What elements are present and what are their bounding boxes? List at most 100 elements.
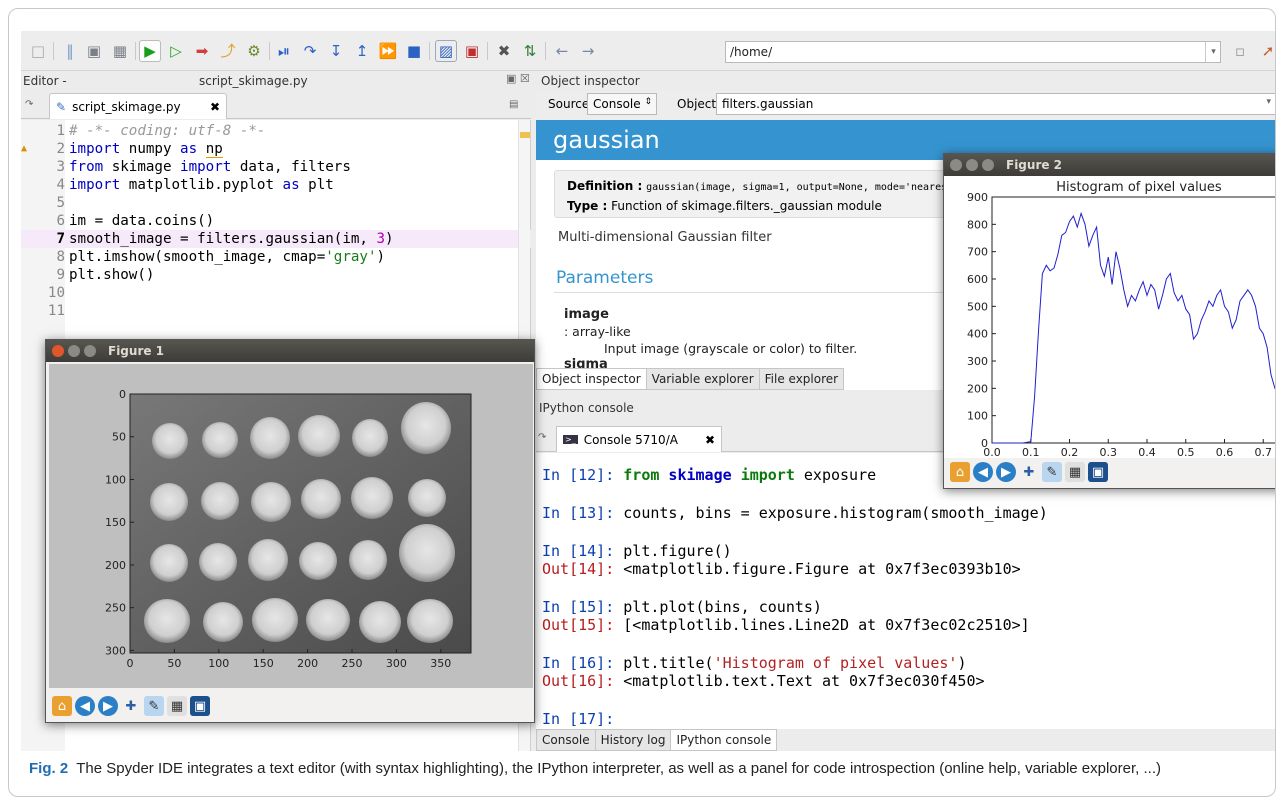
maximize-window-icon[interactable] <box>84 345 96 357</box>
save-icon[interactable]: ▣ <box>190 696 210 716</box>
type-value: Function of skimage.filters._gaussian mo… <box>611 199 882 213</box>
x-tick-label: 200 <box>297 657 318 670</box>
close-icon[interactable]: ✖ <box>705 433 715 447</box>
save-icon[interactable]: ▣ <box>83 40 105 62</box>
tab-console-bottom[interactable]: Console <box>536 729 596 751</box>
change-directory-icon[interactable]: ➚ <box>1257 40 1275 62</box>
main-toolbar: □ ‖ ▣ ▦ ▶ ▷ ➡ ⤴ ⚙ ⏯ ↷ ↧ ↥ ⏩ ■ ▨ ▣ ✖ ⇅ ← … <box>21 31 1275 71</box>
object-input[interactable]: filters.gaussian ▾ <box>716 93 1275 115</box>
figure-1-titlebar[interactable]: Figure 1 <box>46 340 534 362</box>
step-icon[interactable]: ↷ <box>299 40 321 62</box>
chevron-down-icon[interactable]: ▾ <box>1205 42 1221 62</box>
figure-2-toolbar: ⌂ ◀ ▶ ✚ ✎ ▦ ▣ <box>950 462 1108 482</box>
help-description: Multi-dimensional Gaussian filter <box>558 230 772 245</box>
console-line: In [15]: plt.plot(bins, counts) <box>542 598 822 616</box>
save-all-icon[interactable]: ▦ <box>109 40 131 62</box>
source-select[interactable]: Console ⇕ <box>587 93 657 115</box>
configure-icon[interactable]: ⚙ <box>243 40 265 62</box>
back-icon[interactable]: ← <box>551 40 573 62</box>
spyder-window: □ ‖ ▣ ▦ ▶ ▷ ➡ ⤴ ⚙ ⏯ ↷ ↧ ↥ ⏩ ■ ▨ ▣ ✖ ⇅ ← … <box>21 31 1275 751</box>
continue-icon[interactable]: ⏩ <box>377 40 399 62</box>
object-label: Object <box>677 97 717 111</box>
subplots-icon[interactable]: ▦ <box>1065 462 1085 482</box>
console-icon: >_ <box>563 435 578 444</box>
step-into-icon[interactable]: ↧ <box>325 40 347 62</box>
pane-close-icon[interactable]: ▣ ☒ <box>506 72 530 85</box>
debug-icon[interactable]: ⏯ <box>273 40 295 62</box>
pan-icon[interactable]: ✚ <box>1019 462 1039 482</box>
close-window-icon[interactable] <box>52 345 64 357</box>
ipython-console[interactable]: In [12]: from skimage import exposure In… <box>536 453 1275 729</box>
y-tick-label: 50 <box>112 431 126 444</box>
forward-icon[interactable]: ▶ <box>98 696 118 716</box>
working-directory-input[interactable]: /home/ <box>725 41 1221 63</box>
save-icon[interactable]: ▣ <box>1088 462 1108 482</box>
zoom-icon[interactable]: ✎ <box>144 696 164 716</box>
maximize-window-icon[interactable] <box>982 159 994 171</box>
figure-frame: □ ‖ ▣ ▦ ▶ ▷ ➡ ⤴ ⚙ ⏯ ↷ ↧ ↥ ⏩ ■ ▨ ▣ ✖ ⇅ ← … <box>8 8 1276 797</box>
home-icon[interactable]: ⌂ <box>950 462 970 482</box>
maximize-pane-icon[interactable]: ▨ <box>435 40 457 62</box>
python-path-icon[interactable]: ⇅ <box>519 40 541 62</box>
stop-icon[interactable]: ■ <box>403 40 425 62</box>
new-file-icon[interactable]: □ <box>27 40 49 62</box>
back-icon[interactable]: ◀ <box>75 696 95 716</box>
x-tick-label: 150 <box>253 657 274 670</box>
chevron-down-icon[interactable]: ▾ <box>1266 97 1271 107</box>
y-tick-label: 300 <box>105 644 126 657</box>
forward-icon[interactable]: ▶ <box>996 462 1016 482</box>
tab-script-skimage[interactable]: ✎ script_skimage.py ✖ <box>49 93 227 119</box>
options-icon[interactable]: ▤ <box>509 99 518 110</box>
close-window-icon[interactable] <box>950 159 962 171</box>
y-tick-label: 300 <box>967 355 988 368</box>
back-icon[interactable]: ◀ <box>973 462 993 482</box>
line-number: 11 <box>47 303 65 319</box>
minimize-window-icon[interactable] <box>68 345 80 357</box>
x-tick-label: 0.2 <box>1061 446 1079 458</box>
home-icon[interactable]: ⌂ <box>52 696 72 716</box>
figure-2-titlebar[interactable]: Figure 2 <box>944 154 1275 176</box>
line-number: 1 <box>56 123 65 139</box>
editor-pane-title: Editor - <box>23 74 67 88</box>
source-value: Console <box>593 97 641 111</box>
close-icon[interactable]: ✖ <box>210 100 220 114</box>
figure-2-window[interactable]: Figure 2 Histogram of pixel values 0.0 0.… <box>943 153 1275 489</box>
figure-1-title: Figure 1 <box>108 344 165 358</box>
console-line: In [14]: plt.figure() <box>542 542 732 560</box>
run-selection-icon[interactable]: ⤴ <box>217 40 239 62</box>
y-tick-label: 150 <box>105 516 126 529</box>
tab-history-log[interactable]: History log <box>594 729 672 751</box>
subplots-icon[interactable]: ▦ <box>167 696 187 716</box>
forward-icon[interactable]: → <box>577 40 599 62</box>
tab-object-inspector[interactable]: Object inspector <box>536 368 647 390</box>
run-cell-advance-icon[interactable]: ➡ <box>191 40 213 62</box>
pan-icon[interactable]: ✚ <box>121 696 141 716</box>
console-output: Out[14]: <matplotlib.figure.Figure at 0x… <box>542 560 1021 578</box>
run-cell-icon[interactable]: ▷ <box>165 40 187 62</box>
histogram-line <box>992 211 1275 444</box>
tab-menu-icon[interactable]: ↷ <box>25 99 33 110</box>
preferences-icon[interactable]: ✖ <box>493 40 515 62</box>
tab-file-explorer[interactable]: File explorer <box>758 368 845 390</box>
browse-folder-icon[interactable]: ▫ <box>1229 40 1251 62</box>
y-tick-label: 400 <box>967 328 988 341</box>
line-number: 9 <box>56 267 65 283</box>
open-icon[interactable]: ‖ <box>59 40 81 62</box>
editor-tabbar: ↷ ✎ script_skimage.py ✖ ▤ <box>21 91 531 119</box>
tab-menu-icon[interactable]: ↷ <box>538 432 546 443</box>
code-line: smooth_image = filters.gaussian(im, 3) <box>69 231 394 247</box>
minimize-window-icon[interactable] <box>966 159 978 171</box>
run-icon[interactable]: ▶ <box>139 40 161 62</box>
console-prompt[interactable]: In [17]: <box>542 710 623 728</box>
fullscreen-icon[interactable]: ▣ <box>461 40 483 62</box>
tab-variable-explorer[interactable]: Variable explorer <box>645 368 760 390</box>
figure-1-window[interactable]: Figure 1 0 50 100 150 200 250 300 350 0 … <box>45 339 535 723</box>
zoom-icon[interactable]: ✎ <box>1042 462 1062 482</box>
type-label: Type : <box>567 199 608 213</box>
step-return-icon[interactable]: ↥ <box>351 40 373 62</box>
code-line: import matplotlib.pyplot as plt <box>69 177 334 193</box>
param-type: : array-like <box>564 324 631 339</box>
x-tick-label: 100 <box>208 657 229 670</box>
tab-ipython-console[interactable]: IPython console <box>670 729 778 751</box>
tab-console[interactable]: >_ Console 5710/A ✖ <box>556 426 722 452</box>
